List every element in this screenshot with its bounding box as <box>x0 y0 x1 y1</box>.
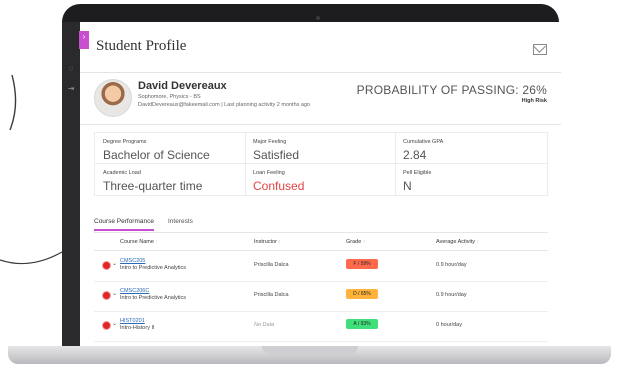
side-rail-icon-b[interactable]: ⇥ <box>66 84 76 94</box>
grade-badge: F / 59% <box>346 259 378 269</box>
page-title: Student Profile <box>96 38 187 54</box>
laptop-base-lip <box>262 346 358 354</box>
header-course-name-label: Course Name <box>120 239 154 245</box>
chevron-down-icon[interactable]: ⌄ <box>112 320 117 327</box>
course-name: Intro-History II <box>120 325 155 331</box>
instructor-name: No Data <box>254 322 275 328</box>
major-feeling-label: Major Feeling <box>253 139 287 145</box>
header-instructor-label: Instructor <box>254 239 277 245</box>
screen: Student Profile David Devereaux Sophomor… <box>80 22 561 346</box>
instructor-name: Priscilla Dalca <box>254 292 289 298</box>
risk-level: High Risk <box>521 98 547 104</box>
student-contact: DavidDevereaux@fakeemail.com | Last plan… <box>138 102 311 108</box>
bookmark-icon[interactable]: › <box>79 31 89 49</box>
cumulative-gpa-cell: Cumulative GPA 2.84 <box>395 133 547 164</box>
header-average-activity-label: Average Activity <box>436 239 476 245</box>
header-grade[interactable]: Grade ↕ <box>346 239 365 245</box>
average-activity: 0 hour/day <box>436 322 462 328</box>
degree-programs-value: Bachelor of Science <box>103 148 210 162</box>
laptop-camera <box>316 16 320 20</box>
tab-course-performance[interactable]: Course Performance <box>94 218 154 231</box>
degree-programs-cell: Degree Programs Bachelor of Science <box>95 133 246 164</box>
loan-feeling-cell: Loan Feeling Confused <box>245 164 396 195</box>
academic-load-label: Academic Load <box>103 170 141 176</box>
major-feeling-cell: Major Feeling Satisfied <box>245 133 396 164</box>
risk-icon <box>103 262 110 269</box>
header-average-activity[interactable]: Average Activity ↕ <box>436 239 479 245</box>
chevron-down-icon[interactable]: ⌄ <box>112 290 117 297</box>
chevron-down-icon[interactable]: ⌄ <box>112 260 117 267</box>
tab-interests[interactable]: Interests <box>168 218 193 225</box>
loan-feeling-label: Loan Feeling <box>253 170 285 176</box>
degree-programs-label: Degree Programs <box>103 139 147 145</box>
pell-eligible-cell: Pell Eligible N <box>395 164 547 195</box>
sort-icon: ↕ <box>476 239 480 245</box>
academic-load-value: Three-quarter time <box>103 179 203 193</box>
table-row[interactable]: ⌄ HIST0201 Intro-History II No Data A / … <box>94 311 548 342</box>
course-name: Intro to Predictive Analytics <box>120 295 187 301</box>
average-activity: 0.9 hour/day <box>436 262 467 268</box>
cumulative-gpa-value: 2.84 <box>403 148 427 162</box>
major-feeling-value: Satisfied <box>253 148 300 162</box>
student-program: Sophomore, Physics - BS <box>138 94 201 100</box>
side-rail-icon-a[interactable]: ◌ <box>66 64 76 74</box>
risk-icon <box>103 292 110 299</box>
course-code-link[interactable]: CMSC206C <box>120 288 149 294</box>
sort-icon: ↑ <box>155 239 158 245</box>
course-code-link[interactable]: CMSC205 <box>120 258 145 264</box>
table-row[interactable]: ⌄ CMSC206C Intro to Predictive Analytics… <box>94 281 548 312</box>
probability-of-passing: PROBABILITY OF PASSING: 26% <box>356 83 547 97</box>
table-header: Course Name ↑ Instructor ↕ Grade ↕ Avera… <box>94 236 548 251</box>
mail-icon[interactable] <box>533 44 547 55</box>
student-info-grid: Degree Programs Bachelor of Science Majo… <box>94 132 548 196</box>
header: Student Profile <box>80 22 561 73</box>
loan-feeling-value: Confused <box>253 179 305 193</box>
course-code-link[interactable]: HIST0201 <box>120 318 145 324</box>
pell-eligible-label: Pell Eligible <box>403 170 432 176</box>
sort-icon: ↕ <box>278 239 281 245</box>
avatar <box>94 79 132 117</box>
cumulative-gpa-label: Cumulative GPA <box>403 139 444 145</box>
grade-badge: D / 65% <box>346 289 378 299</box>
header-grade-label: Grade <box>346 239 362 245</box>
average-activity: 0.9 hour/day <box>436 292 467 298</box>
risk-icon <box>103 322 110 329</box>
student-profile-bar: David Devereaux Sophomore, Physics - BS … <box>80 72 561 125</box>
tab-bar: Course Performance Interests <box>94 218 548 233</box>
academic-load-cell: Academic Load Three-quarter time <box>95 164 246 195</box>
header-instructor[interactable]: Instructor ↕ <box>254 239 281 245</box>
header-course-name[interactable]: Course Name ↑ <box>120 239 158 245</box>
sort-icon: ↕ <box>362 239 366 245</box>
course-name: Intro to Predictive Analytics <box>120 265 187 271</box>
pell-eligible-value: N <box>403 179 412 193</box>
grade-badge: A / 93% <box>346 319 378 329</box>
table-row[interactable]: ⌄ CMSC205 Intro to Predictive Analytics … <box>94 251 548 282</box>
instructor-name: Priscilla Dalca <box>254 262 289 268</box>
student-name: David Devereaux <box>138 80 227 92</box>
